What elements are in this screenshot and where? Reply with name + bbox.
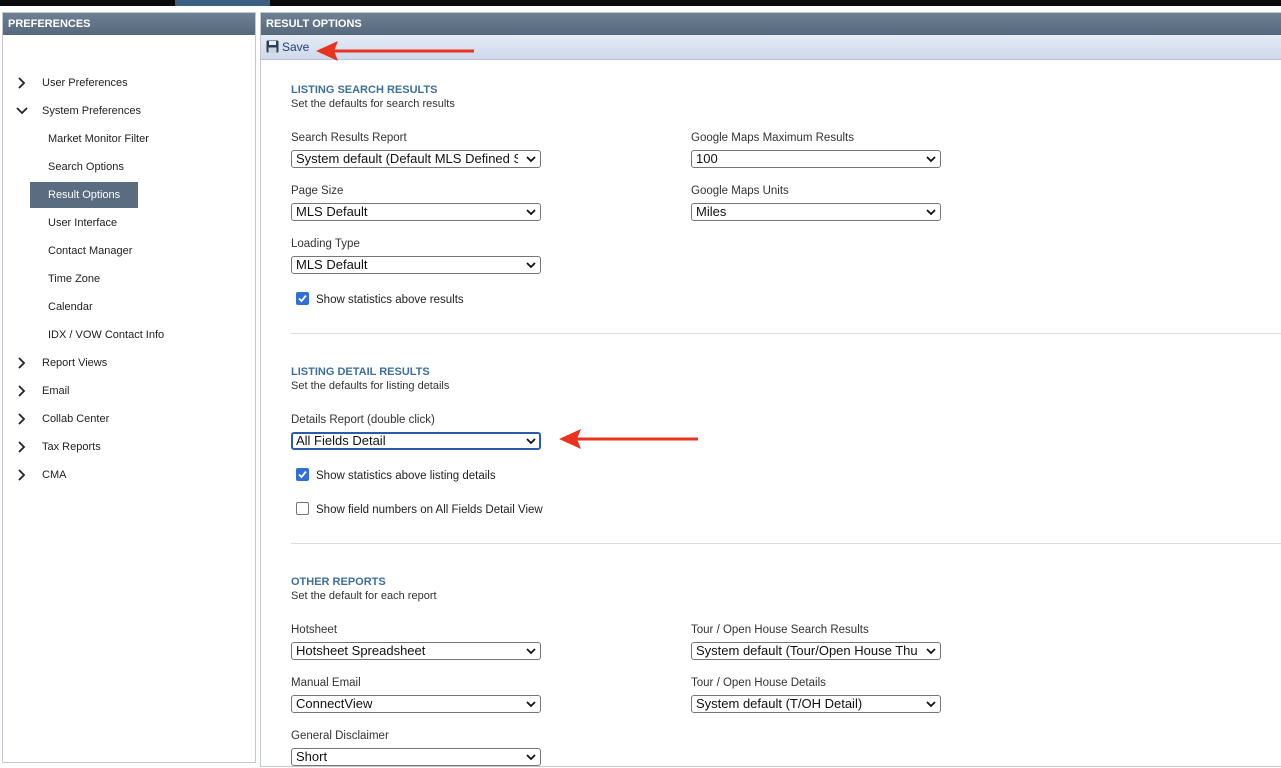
chevron-right-icon <box>18 357 26 369</box>
section-divider <box>291 543 1281 544</box>
chevron-right-icon <box>18 77 26 89</box>
tree-item-user-interface[interactable]: User Interface <box>30 210 135 236</box>
active-top-tab[interactable] <box>175 0 270 6</box>
chevron-right-icon <box>18 441 26 453</box>
form-content: LISTING SEARCH RESULTS Set the defaults … <box>261 60 1281 768</box>
select-value: System default (T/OH Detail) <box>696 696 863 711</box>
chevron-right-icon <box>18 385 26 397</box>
tree-item-label: System Preferences <box>42 105 142 117</box>
show-stats-details-checkbox[interactable] <box>296 468 309 481</box>
tree-item-result-options[interactable]: Result Options <box>30 182 139 208</box>
tree-item-label: Collab Center <box>42 413 110 425</box>
chevron-down-icon <box>926 156 936 163</box>
tour-details-select[interactable]: System default (T/OH Detail) <box>691 695 941 713</box>
select-value: All Fields Detail <box>296 434 386 448</box>
manual-email-label: Manual Email <box>291 677 361 689</box>
save-label: Save <box>282 40 310 54</box>
show-stats-details-label[interactable]: Show statistics above listing details <box>316 470 496 482</box>
show-stats-results-checkbox[interactable] <box>296 292 309 305</box>
search-results-report-select[interactable]: System default (Default MLS Defined Spre… <box>291 150 541 168</box>
show-field-numbers-checkbox[interactable] <box>296 502 309 515</box>
show-field-numbers-label[interactable]: Show field numbers on All Fields Detail … <box>316 504 543 516</box>
maps-max-results-select[interactable]: 100 <box>691 150 941 168</box>
details-report-select[interactable]: All Fields Detail <box>291 432 541 450</box>
tree-item-idx-vow-contact-info[interactable]: IDX / VOW Contact Info <box>30 322 182 348</box>
select-value: Miles <box>696 204 727 219</box>
general-disclaimer-label: General Disclaimer <box>291 730 389 742</box>
preferences-panel: PREFERENCES User Preferences System Pref… <box>2 12 256 763</box>
result-options-panel: RESULT OPTIONS Save LISTING SEARCH RESUL… <box>260 12 1281 767</box>
section-title-detail-results: LISTING DETAIL RESULTS <box>291 366 430 378</box>
chevron-down-icon <box>526 648 536 655</box>
tree-item-label: Tax Reports <box>42 441 101 453</box>
hotsheet-select[interactable]: Hotsheet Spreadsheet <box>291 642 541 660</box>
select-value: Short <box>296 749 328 764</box>
tree-item-label: CMA <box>42 469 67 481</box>
floppy-disk-icon <box>266 40 279 53</box>
section-subtitle-detail-results: Set the defaults for listing details <box>291 380 450 392</box>
chevron-right-icon <box>18 469 26 481</box>
manual-email-select[interactable]: ConnectView <box>291 695 541 713</box>
chevron-down-icon <box>926 209 936 216</box>
page-size-select[interactable]: MLS Default <box>291 203 541 221</box>
chevron-down-icon <box>16 107 28 115</box>
maps-units-select[interactable]: Miles <box>691 203 941 221</box>
section-title-search-results: LISTING SEARCH RESULTS <box>291 84 438 96</box>
loading-type-label: Loading Type <box>291 238 360 250</box>
section-divider <box>291 333 1281 334</box>
page-size-label: Page Size <box>291 185 344 197</box>
chevron-down-icon <box>526 438 536 445</box>
chevron-down-icon <box>526 209 536 216</box>
section-title-other-reports: OTHER REPORTS <box>291 576 386 588</box>
tree-item-label: User Preferences <box>42 77 128 89</box>
chevron-down-icon <box>526 701 536 708</box>
tree-item-market-monitor-filter[interactable]: Market Monitor Filter <box>30 126 167 152</box>
select-value: System default (Tour/Open House Thumbnai… <box>696 643 918 658</box>
select-value: 100 <box>696 151 718 166</box>
loading-type-select[interactable]: MLS Default <box>291 256 541 274</box>
chevron-down-icon <box>526 262 536 269</box>
select-value: System default (Default MLS Defined Spre… <box>296 151 518 166</box>
tree-item-search-options[interactable]: Search Options <box>30 154 142 180</box>
chevron-down-icon <box>526 754 536 761</box>
hotsheet-label: Hotsheet <box>291 624 338 636</box>
tree-item-time-zone[interactable]: Time Zone <box>30 266 118 292</box>
maps-max-results-label: Google Maps Maximum Results <box>691 132 854 144</box>
annotation-arrow-icon <box>559 429 698 449</box>
top-nav-bar <box>0 0 1281 6</box>
result-options-header: RESULT OPTIONS <box>261 13 1281 35</box>
chevron-down-icon <box>526 156 536 163</box>
select-value: MLS Default <box>296 204 368 219</box>
chevron-right-icon <box>18 413 26 425</box>
tour-search-results-select[interactable]: System default (Tour/Open House Thumbnai… <box>691 642 941 660</box>
annotation-arrow-icon <box>316 41 474 61</box>
tree-item-label: Report Views <box>42 357 108 369</box>
select-value: MLS Default <box>296 257 368 272</box>
search-results-report-label: Search Results Report <box>291 132 407 144</box>
chevron-down-icon <box>926 701 936 708</box>
details-report-label: Details Report (double click) <box>291 414 435 426</box>
tree-item-calendar[interactable]: Calendar <box>30 294 111 320</box>
tour-details-label: Tour / Open House Details <box>691 677 826 689</box>
checkmark-icon <box>298 470 307 479</box>
preferences-header: PREFERENCES <box>3 13 255 35</box>
save-button[interactable]: Save <box>266 39 309 55</box>
checkmark-icon <box>298 294 307 303</box>
select-value: ConnectView <box>296 696 373 711</box>
section-subtitle-other-reports: Set the default for each report <box>291 590 437 602</box>
tree-item-label: Email <box>42 385 70 397</box>
section-subtitle-search-results: Set the defaults for search results <box>291 98 455 110</box>
maps-units-label: Google Maps Units <box>691 185 789 197</box>
chevron-down-icon <box>926 648 936 655</box>
show-stats-results-label[interactable]: Show statistics above results <box>316 294 464 306</box>
tree-item-contact-manager[interactable]: Contact Manager <box>30 238 150 264</box>
tour-search-results-label: Tour / Open House Search Results <box>691 624 869 636</box>
select-value: Hotsheet Spreadsheet <box>296 643 426 658</box>
general-disclaimer-select[interactable]: Short <box>291 748 541 766</box>
